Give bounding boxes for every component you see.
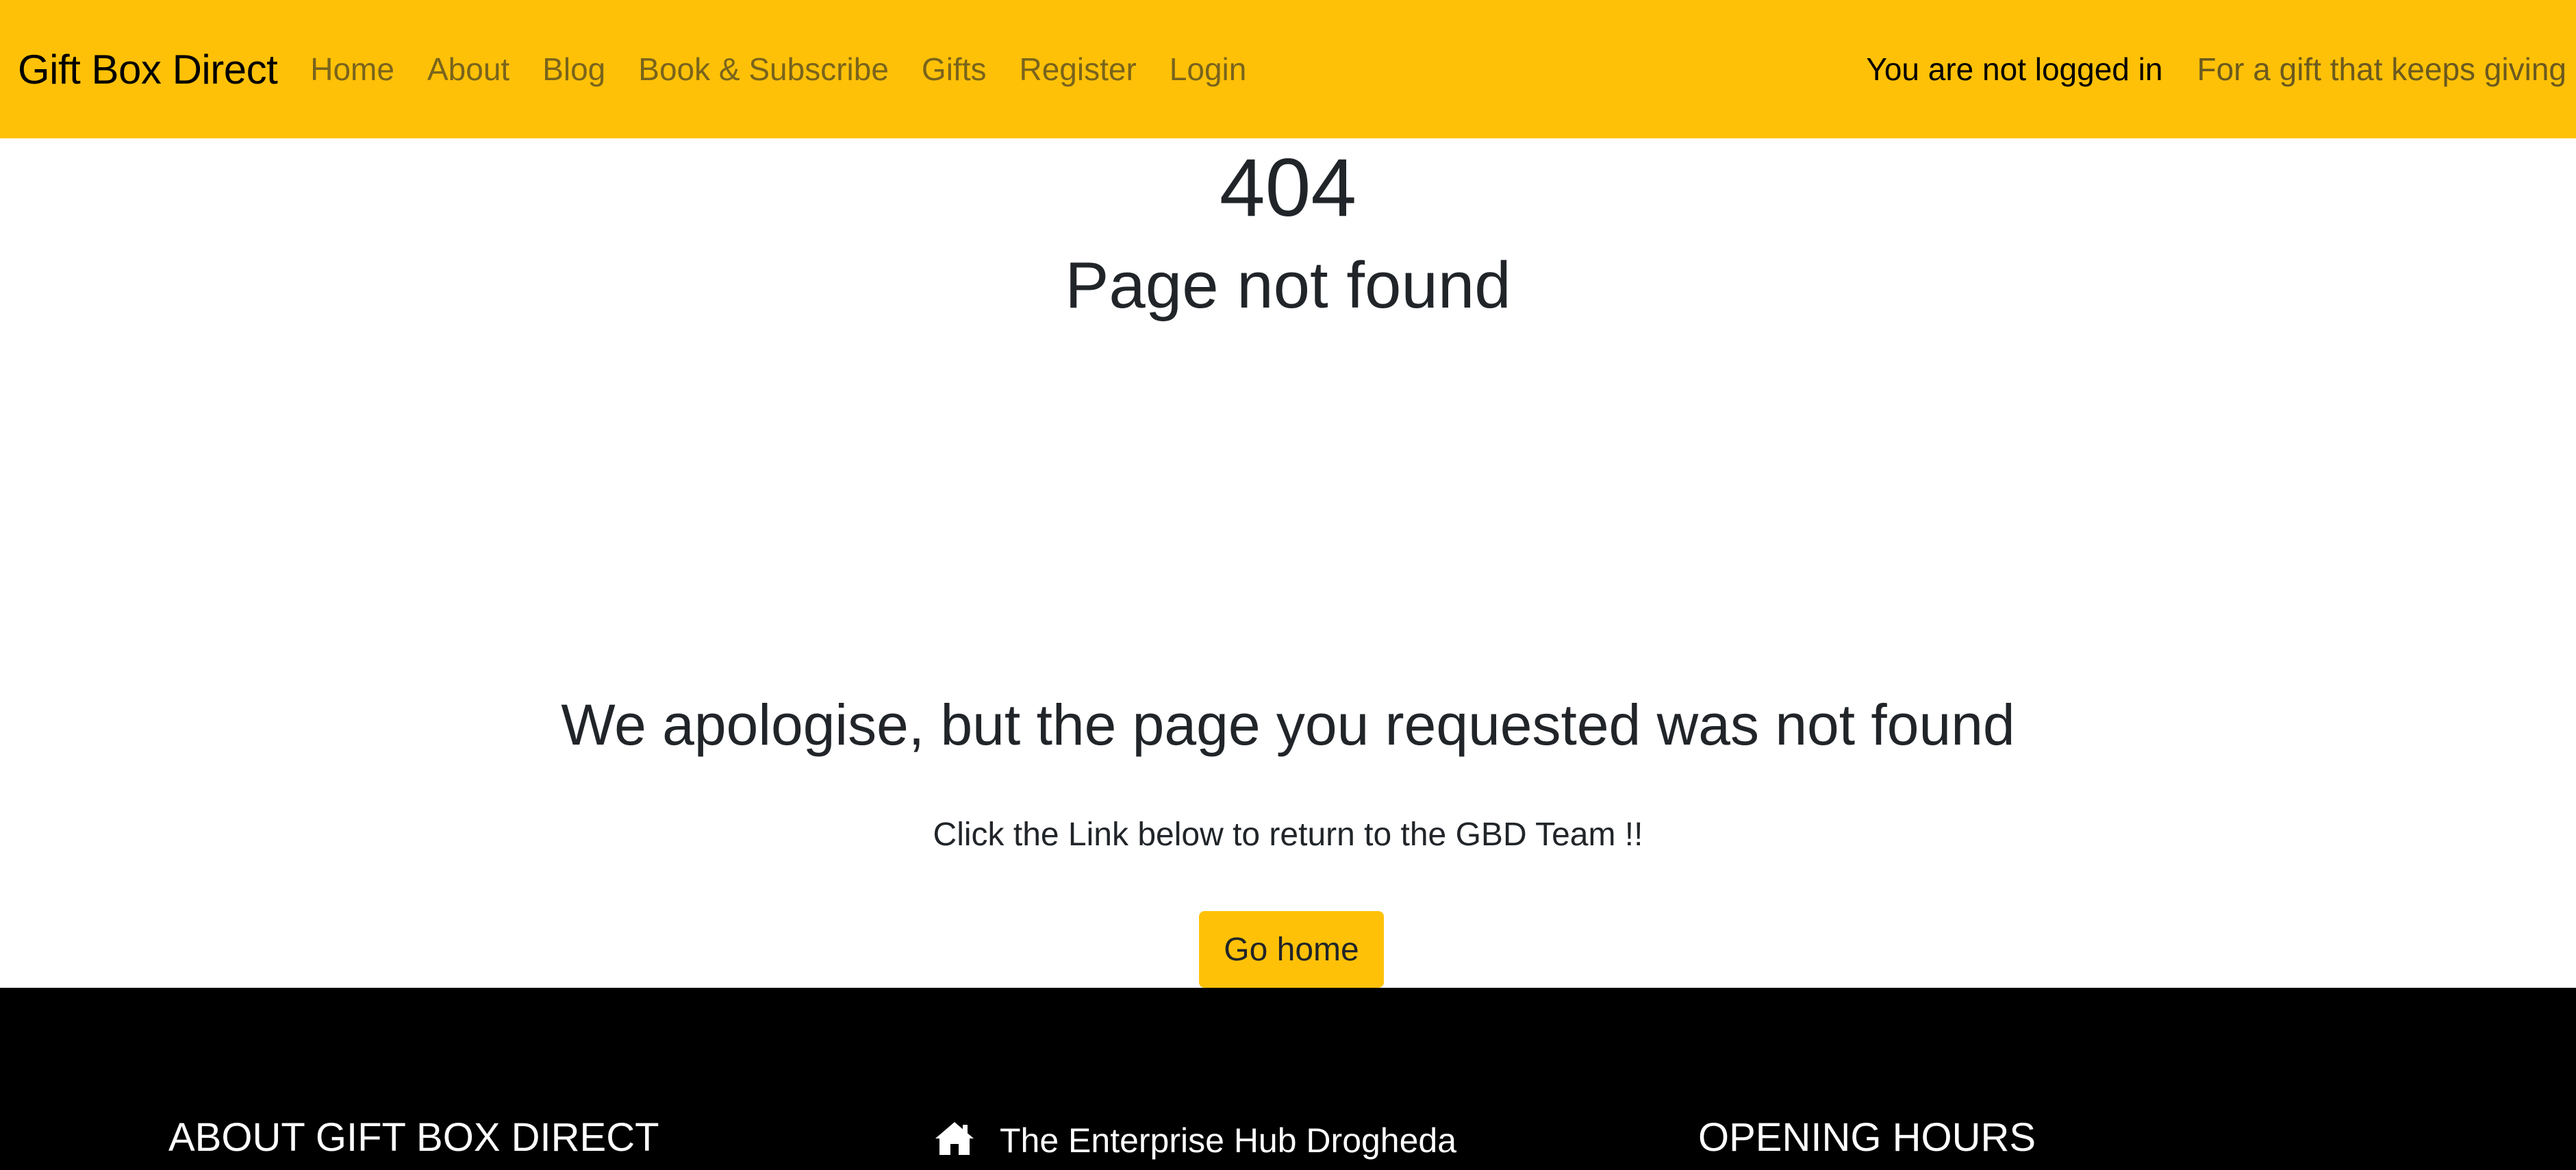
- nav-link-about[interactable]: About: [427, 51, 509, 87]
- nav-right-section: You are not logged in For a gift that ke…: [1866, 51, 2576, 88]
- footer-about-heading: ABOUT GIFT BOX DIRECT: [168, 1115, 659, 1160]
- nav-link-login[interactable]: Login: [1170, 51, 1247, 87]
- footer-address: The Enterprise Hub Drogheda: [934, 1121, 1456, 1160]
- nav-link-blog[interactable]: Blog: [542, 51, 605, 87]
- footer-opening-hours-heading: OPENING HOURS: [1698, 1115, 2036, 1160]
- nav-item-gifts: Gifts: [922, 51, 987, 88]
- nav-links: Home About Blog Book & Subscribe Gifts R…: [310, 51, 1246, 88]
- nav-item-register: Register: [1019, 51, 1136, 88]
- home-icon: [934, 1121, 975, 1160]
- apology-message: We apologise, but the page you requested…: [561, 693, 2015, 757]
- nav-link-book-subscribe[interactable]: Book & Subscribe: [638, 51, 889, 87]
- tagline-text: For a gift that keeps giving: [2197, 51, 2566, 87]
- go-home-button[interactable]: Go home: [1199, 911, 1384, 988]
- error-code-heading: 404: [1219, 142, 1357, 234]
- top-navbar: Gift Box Direct Home About Blog Book & S…: [0, 0, 2576, 138]
- footer-address-text: The Enterprise Hub Drogheda: [1000, 1121, 1457, 1160]
- nav-item-about: About: [427, 51, 509, 88]
- brand-logo-link[interactable]: Gift Box Direct: [18, 46, 278, 93]
- error-page-content: 404 Page not found We apologise, but the…: [0, 138, 2576, 988]
- return-instruction-text: Click the Link below to return to the GB…: [933, 817, 1643, 853]
- login-status-text: You are not logged in: [1866, 51, 2163, 87]
- nav-link-gifts[interactable]: Gifts: [922, 51, 987, 87]
- nav-link-home[interactable]: Home: [310, 51, 394, 87]
- nav-item-blog: Blog: [542, 51, 605, 88]
- nav-item-home: Home: [310, 51, 394, 88]
- nav-item-login: Login: [1170, 51, 1247, 88]
- nav-link-register[interactable]: Register: [1019, 51, 1136, 87]
- nav-item-book-subscribe: Book & Subscribe: [638, 51, 889, 88]
- error-title-heading: Page not found: [1065, 249, 1511, 322]
